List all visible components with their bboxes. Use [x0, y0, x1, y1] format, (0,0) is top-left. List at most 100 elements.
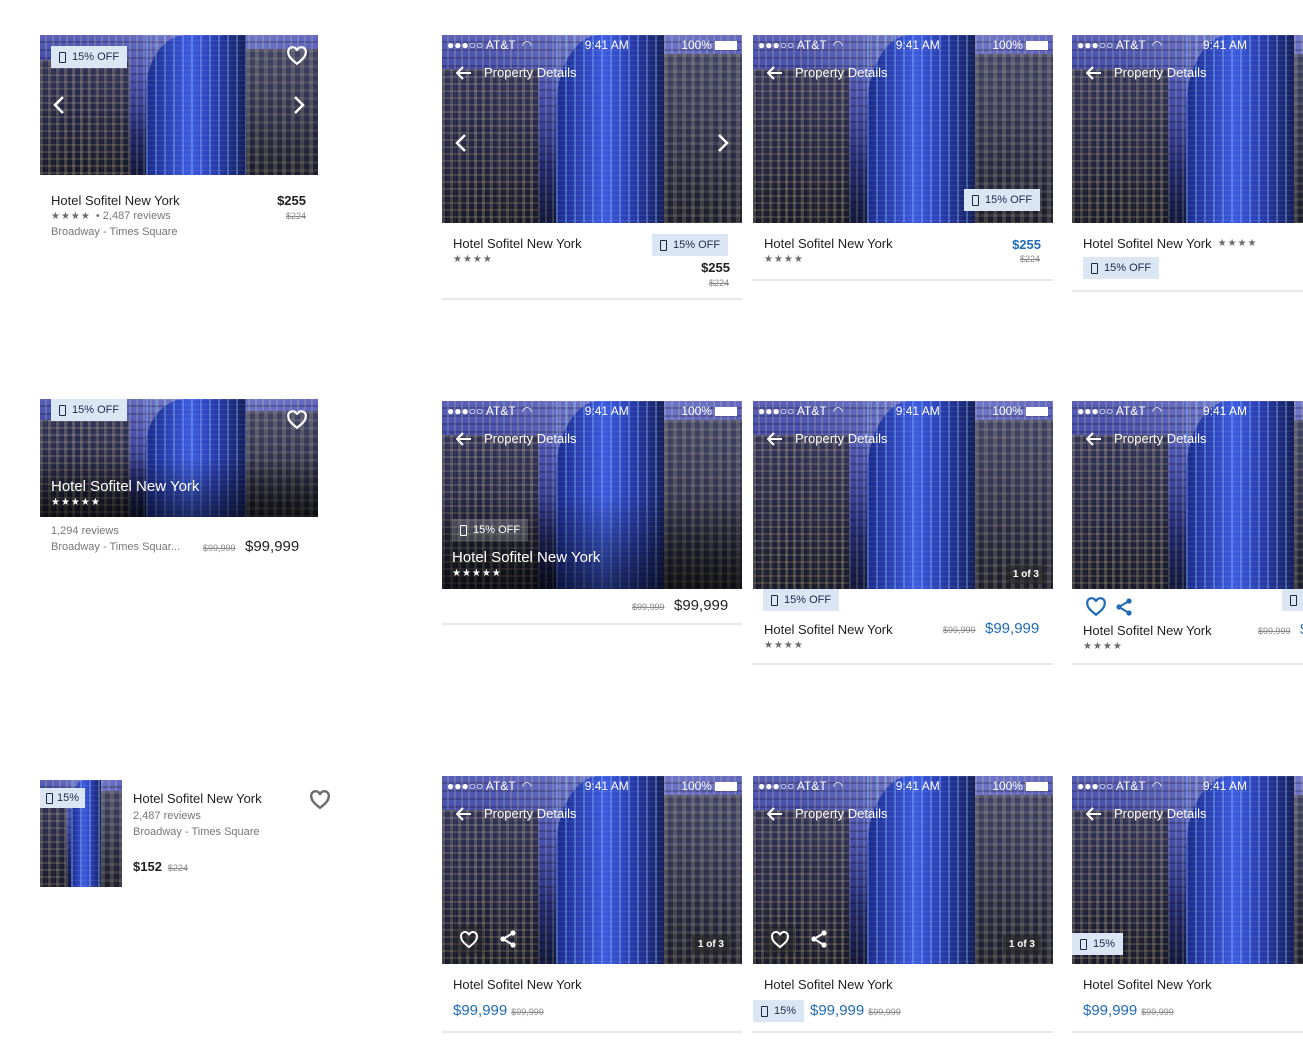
star-rating: ★★★★ [453, 254, 493, 265]
phone-icon [660, 239, 667, 251]
hotel-name: Hotel Sofitel New York [1083, 977, 1212, 992]
discount-badge: 15% OFF [1083, 257, 1160, 279]
wifi-icon: ◠ [832, 38, 844, 52]
hotel-photo[interactable] [442, 35, 742, 223]
chevron-right-icon[interactable] [292, 95, 306, 115]
nav-back[interactable]: Property Details [456, 65, 576, 80]
wifi-icon: ◠ [521, 779, 533, 793]
hotel-name[interactable]: Hotel Sofitel New York [51, 478, 199, 495]
price: $152 [133, 859, 162, 874]
battery-icon [714, 406, 737, 416]
review-count: 2,487 reviews [133, 810, 201, 822]
battery-icon [714, 40, 737, 50]
old-price: $99,999 [203, 543, 236, 553]
hotel-photo[interactable] [753, 401, 1053, 589]
nav-back[interactable]: Property Details [456, 806, 576, 821]
list-row-card[interactable]: 15% Hotel Sofitel New York 2,487 reviews… [40, 780, 340, 888]
status-bar: ●●●○○ AT&T ◠ 9:41 AM [1077, 38, 1247, 52]
star-rating: ★★★★★ [51, 497, 101, 508]
nav-back[interactable]: Property Details [1086, 65, 1206, 80]
wifi-icon: ◠ [1151, 38, 1163, 52]
status-bar: ●●●○○ AT&T ◠ 9:41 AM 100% [753, 35, 1053, 55]
phone-icon [771, 594, 778, 606]
discount-badge: 15% [753, 1000, 805, 1022]
arrow-left-icon[interactable] [1086, 65, 1102, 80]
price: $255 [701, 260, 730, 275]
share-icon[interactable] [809, 929, 829, 949]
divider [1072, 663, 1303, 665]
discount-badge: 15% [1072, 933, 1124, 955]
wifi-icon: ◠ [1151, 404, 1163, 418]
share-icon[interactable] [498, 929, 518, 949]
chevron-left-icon[interactable] [454, 133, 468, 153]
nav-back[interactable]: Property Details [1086, 431, 1206, 446]
phone-icon [460, 524, 467, 536]
review-count: • 2,487 reviews [95, 210, 171, 222]
old-price: $99,999 [943, 625, 976, 635]
heart-icon[interactable] [1085, 596, 1107, 618]
phone-icon [59, 404, 66, 416]
nav-back[interactable]: Property Details [767, 431, 887, 446]
star-rating: ★★★★ [764, 254, 804, 265]
discount-badge: 15% OFF [652, 234, 729, 256]
discount-badge: 15% OFF [452, 519, 529, 541]
hotel-name: Hotel Sofitel New York [1083, 236, 1212, 251]
old-price: $224 [167, 863, 188, 873]
hotel-name[interactable]: Hotel Sofitel New York [133, 791, 262, 806]
nav-back[interactable]: Property Details [1086, 806, 1206, 821]
detail-screen-4: ●●●○○ AT&T ◠ 9:41 AM 100% Property Detail… [442, 401, 742, 627]
status-bar: ●●●○○ AT&T ◠ 9:41 AM 100% [442, 776, 742, 796]
heart-icon[interactable] [286, 45, 308, 67]
arrow-left-icon[interactable] [1086, 806, 1102, 821]
detail-screen-6: ●●●○○ AT&T ◠ 9:41 AM Property Details Hot… [1072, 401, 1303, 667]
favorite-button[interactable] [765, 926, 795, 954]
star-rating: ★★★★★ [452, 568, 502, 579]
wifi-icon: ◠ [832, 779, 844, 793]
status-bar: ●●●○○ AT&T ◠ 9:41 AM 100% [442, 35, 742, 55]
hotel-name: Hotel Sofitel New York [764, 977, 893, 992]
card-overlay-title[interactable]: 15% OFF Hotel Sofitel New York ★★★★★ 1,2… [40, 399, 318, 559]
chevron-right-icon[interactable] [716, 133, 730, 153]
heart-icon[interactable] [309, 789, 331, 811]
divider [442, 298, 742, 300]
share-icon[interactable] [1114, 597, 1134, 617]
arrow-left-icon[interactable] [767, 806, 783, 821]
price: $99,999 [453, 1002, 508, 1019]
chevron-left-icon[interactable] [52, 95, 66, 115]
status-bar: ●●●○○ AT&T ◠ 9:41 AM [1077, 404, 1247, 418]
nav-back[interactable]: Property Details [767, 65, 887, 80]
old-price: $99,999 [511, 1007, 544, 1017]
arrow-left-icon[interactable] [456, 431, 472, 446]
status-bar: ●●●○○ AT&T ◠ 9:41 AM 100% [753, 776, 1053, 796]
arrow-left-icon[interactable] [1086, 431, 1102, 446]
price: $99,999 [245, 538, 300, 555]
heart-icon [460, 931, 478, 949]
detail-screen-9: ●●●○○ AT&T ◠ 9:41 AM Property Details 15%… [1072, 776, 1303, 1036]
hotel-name[interactable]: Hotel Sofitel New York [51, 193, 180, 208]
old-price: $99,999 [1141, 1007, 1174, 1017]
wifi-icon: ◠ [521, 404, 533, 418]
star-rating: ★★★★ [1217, 238, 1258, 249]
favorite-button[interactable] [454, 926, 484, 954]
photo-pager: 1 of 3 [1002, 935, 1041, 954]
nav-back[interactable]: Property Details [456, 431, 576, 446]
star-rating: ★★★★ [1083, 641, 1123, 652]
nav-back[interactable]: Property Details [767, 806, 887, 821]
discount-badge: 15% OFF [51, 46, 128, 68]
location: Broadway - Times Squar... [51, 541, 180, 553]
detail-screen-7: ●●●○○ AT&T ◠ 9:41 AM 100% Property Detail… [442, 776, 742, 1036]
hotel-photo[interactable] [1072, 401, 1303, 589]
star-rating: ★★★★ [51, 210, 91, 222]
wifi-icon: ◠ [521, 38, 533, 52]
arrow-left-icon[interactable] [767, 431, 783, 446]
hotel-name: Hotel Sofitel New York [764, 622, 893, 637]
arrow-left-icon[interactable] [456, 65, 472, 80]
arrow-left-icon[interactable] [767, 65, 783, 80]
divider [753, 279, 1053, 281]
hotel-photo[interactable] [1072, 35, 1303, 223]
old-price: $224 [285, 211, 306, 221]
status-bar: ●●●○○ AT&T ◠ 9:41 AM 100% [753, 401, 1053, 421]
heart-icon[interactable] [286, 409, 308, 431]
card-compact-carousel[interactable]: 15% OFF Hotel Sofitel New York ★★★★ • 2,… [40, 35, 318, 245]
arrow-left-icon[interactable] [456, 806, 472, 821]
